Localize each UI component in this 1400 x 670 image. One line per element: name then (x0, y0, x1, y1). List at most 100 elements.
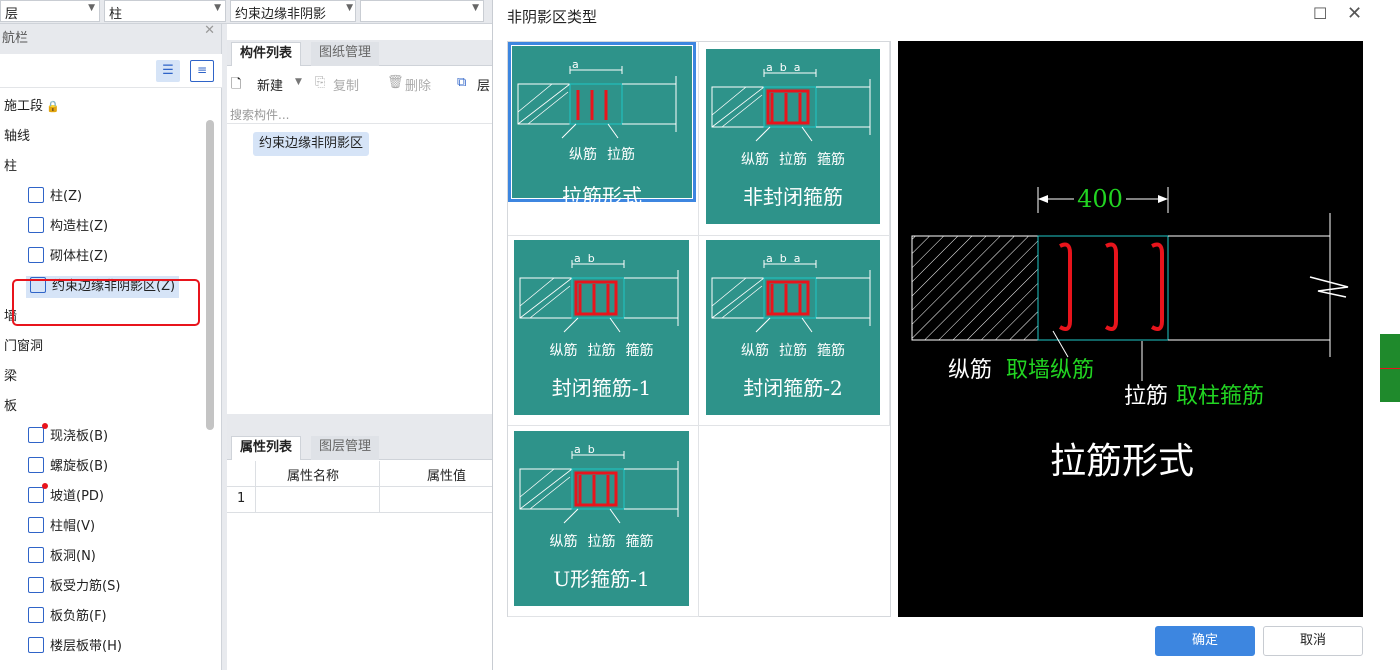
component-toolbar: 🗋 新建 ▼ ⎘ 复制 🗑 删除 ⧉ 层 (227, 67, 492, 101)
masonry-column-icon (28, 247, 44, 263)
property-tabs: 属性列表 图层管理 (227, 434, 492, 460)
table-row[interactable]: 1 (227, 487, 492, 513)
label-tie: 拉筋 (1124, 384, 1168, 409)
sidebar-item[interactable]: 柱 (4, 156, 17, 178)
sidebar-item[interactable]: 砌体柱(Z) (28, 246, 108, 268)
dimension-label: a b (574, 252, 595, 265)
nav-view-toolbar: ☰ ≡ (0, 54, 222, 88)
cancel-button[interactable]: 取消 (1263, 626, 1363, 656)
type-option-card[interactable]: a b a 纵筋 拉筋 箍筋 非封闭箍筋 (706, 49, 880, 224)
dimension-label: a b (574, 443, 595, 456)
sidebar-item[interactable]: 门窗洞 (4, 336, 43, 358)
type-select-value: 柱 (109, 7, 123, 22)
row-number: 1 (237, 491, 246, 506)
rebar-label: 纵筋 (569, 147, 597, 163)
tab-drawing-management[interactable]: 图纸管理 (311, 42, 380, 66)
layer-button[interactable]: 层 (477, 75, 490, 94)
type-diagram (517, 66, 677, 139)
rebar-labels: 纵筋 拉筋 箍筋 (514, 340, 689, 360)
rebar-labels: 纵筋 拉筋 (512, 144, 692, 164)
component-list-item[interactable]: 约束边缘非阴影区 (253, 132, 370, 156)
sidebar-item[interactable]: 施工段 🔒 (4, 96, 60, 118)
rebar-label: 纵筋 (741, 152, 769, 168)
preview-panel: 400 纵筋 取墙纵筋 拉筋 取柱箍筋 拉筋形式 (898, 41, 1363, 617)
slab-rebar-icon (28, 577, 44, 593)
type-option-card[interactable]: a b 纵筋 拉筋 箍筋 U形箍筋-1 (514, 431, 689, 606)
type-option-card[interactable]: a b a 纵筋 拉筋 箍筋 封闭箍筋-2 (706, 240, 880, 415)
dialog-title: 非阴影区类型 (507, 8, 598, 26)
rebar-label: 拉筋 (587, 534, 616, 550)
sidebar-item[interactable]: 楼层板带(H) (28, 636, 122, 658)
sidebar-item-label: 坡道(PD) (50, 489, 104, 504)
ok-button[interactable]: 确定 (1155, 626, 1255, 656)
delete-button[interactable]: 删除 (405, 75, 431, 94)
sidebar-item-label: 板 (4, 399, 18, 414)
tab-component-list[interactable]: 构件列表 (231, 42, 302, 66)
close-icon[interactable]: ✕ (204, 16, 215, 46)
sidebar-item[interactable]: 螺旋板(B) (28, 456, 108, 478)
rebar-labels: 纵筋 拉筋 箍筋 (706, 340, 880, 360)
tab-property-list[interactable]: 属性列表 (231, 436, 302, 460)
floor-select-value: 层 (5, 7, 19, 22)
close-icon[interactable]: ✕ (1347, 3, 1362, 24)
copy-icon: ⎘ (315, 75, 326, 90)
sidebar-item[interactable]: 构造柱(Z) (28, 216, 108, 238)
rebar-label: 箍筋 (817, 152, 845, 168)
slab-strip-icon (28, 637, 44, 653)
sidebar-item-label: 施工段 (4, 99, 44, 114)
nav-scrollbar[interactable] (206, 120, 214, 430)
negative-rebar-icon (28, 607, 44, 623)
sidebar-item[interactable]: 柱帽(V) (28, 516, 95, 538)
detail-view-icon[interactable]: ≡ (190, 60, 214, 82)
sidebar-item[interactable]: 轴线 (4, 126, 30, 148)
sidebar-item-label: 轴线 (4, 129, 31, 144)
sidebar-item[interactable]: 板洞(N) (28, 546, 96, 568)
sidebar-item-label: 柱 (4, 159, 18, 174)
sidebar-item-label: 板受力筋(S) (50, 579, 121, 594)
tab-layer-management[interactable]: 图层管理 (311, 436, 380, 460)
sidebar-item[interactable]: 板负筋(F) (28, 606, 107, 628)
type-option-caption: 非封闭箍筋 (743, 185, 843, 209)
column-cap-icon (28, 517, 44, 533)
chevron-down-icon: ▼ (346, 3, 353, 13)
sidebar-item-label: 板负筋(F) (50, 609, 107, 624)
sidebar-item-label: 楼层板带(H) (50, 639, 122, 654)
column-property-name: 属性名称 (287, 469, 340, 484)
sidebar-item[interactable]: 现浇板(B) (28, 423, 108, 448)
chevron-down-icon[interactable]: ▼ (295, 77, 302, 87)
preview-title: 拉筋形式 (1050, 441, 1194, 482)
new-button[interactable]: 新建 (257, 75, 283, 94)
layer-icon: ⧉ (457, 75, 467, 90)
rebar-label: 箍筋 (817, 343, 845, 359)
sidebar-item-label: 砌体柱(Z) (50, 249, 109, 264)
sidebar-item-label: 门窗洞 (4, 339, 44, 354)
sidebar-item-label: 螺旋板(B) (50, 459, 109, 474)
sidebar-item[interactable]: 板 (4, 396, 17, 418)
list-view-icon[interactable]: ☰ (156, 60, 180, 82)
component-select[interactable]: 约束边缘非阴影 ▼ (230, 0, 356, 22)
type-option-card[interactable]: a b 纵筋 拉筋 箍筋 封闭箍筋-1 (514, 240, 689, 415)
type-option-caption: 拉筋形式 (562, 184, 642, 208)
column-property-value: 属性值 (427, 469, 467, 484)
sidebar-item-label: 梁 (4, 369, 18, 384)
chevron-down-icon: ▼ (472, 3, 479, 13)
type-option-caption: 封闭箍筋-2 (743, 376, 843, 400)
panel-splitter[interactable] (227, 414, 492, 436)
sidebar-item[interactable]: 坡道(PD) (28, 483, 104, 508)
new-icon: 🗋 (231, 77, 242, 92)
search-box[interactable]: 搜索构件... (227, 104, 492, 124)
sidebar-item[interactable]: 梁 (4, 366, 17, 388)
label-longitudinal: 纵筋 (948, 358, 992, 383)
copy-button[interactable]: 复制 (333, 75, 359, 94)
empty-select[interactable]: ▼ (360, 0, 484, 22)
floor-select[interactable]: 层 ▼ (0, 0, 100, 22)
sidebar-item[interactable]: 板受力筋(S) (28, 576, 120, 598)
sidebar-item[interactable]: 柱(Z) (28, 186, 82, 208)
maximize-icon[interactable]: ☐ (1313, 4, 1327, 23)
rebar-label: 纵筋 (549, 534, 578, 550)
type-option-card[interactable]: a 纵筋 拉筋 拉筋形式 (508, 42, 696, 208)
rebar-label: 纵筋 (741, 343, 769, 359)
preview-dimension: 400 (1077, 185, 1123, 213)
constructional-column-icon (28, 217, 44, 233)
rebar-label: 拉筋 (607, 147, 635, 163)
